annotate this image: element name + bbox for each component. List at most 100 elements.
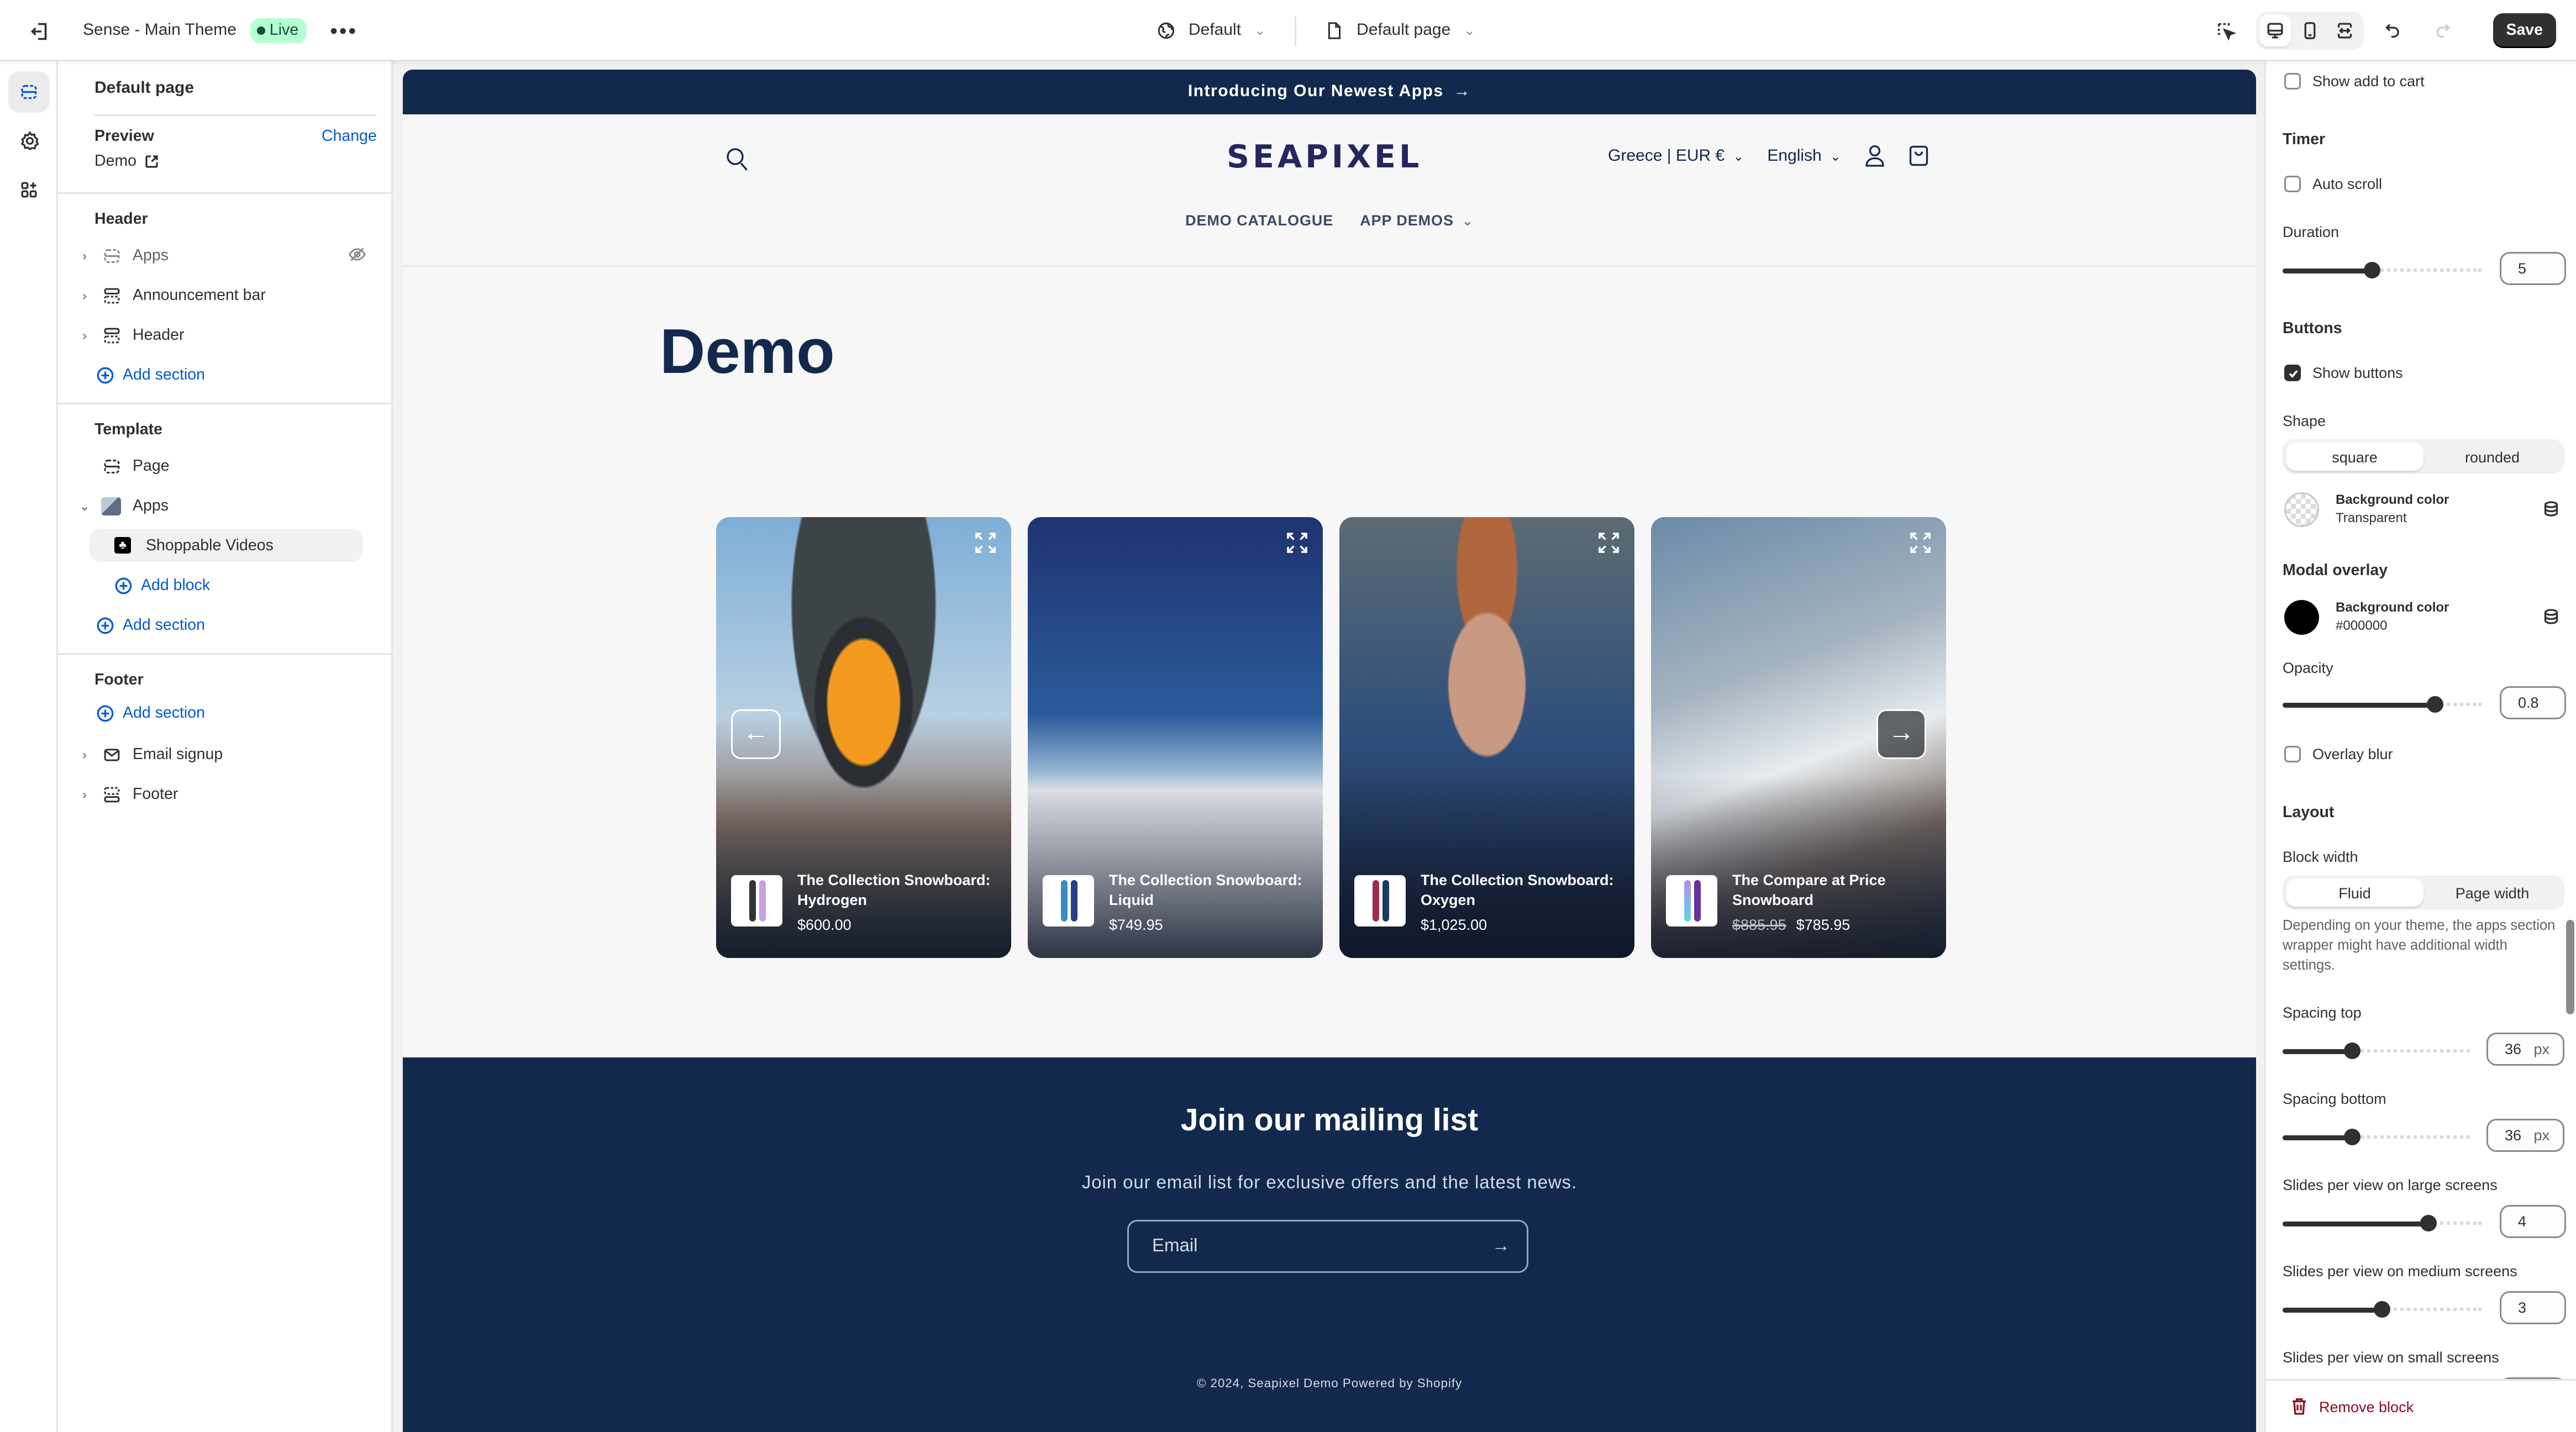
market-label: Default bbox=[1189, 22, 1242, 40]
preview-value[interactable]: Demo bbox=[94, 152, 160, 171]
section-announcement-bar[interactable]: › Announcement bar bbox=[75, 278, 376, 312]
overlay-bg-color-swatch[interactable] bbox=[2284, 600, 2319, 635]
chevron-right-icon[interactable]: › bbox=[75, 328, 94, 343]
dynamic-source-icon[interactable] bbox=[2543, 501, 2559, 517]
dynamic-source-icon[interactable] bbox=[2543, 608, 2559, 625]
exit-button[interactable] bbox=[20, 11, 60, 51]
section-email-signup[interactable]: › Email signup bbox=[75, 738, 376, 771]
show-add-to-cart-checkbox[interactable] bbox=[2284, 73, 2301, 90]
block-width-option-page-width[interactable]: Page width bbox=[2423, 878, 2561, 907]
chevron-right-icon[interactable]: › bbox=[75, 288, 94, 303]
duration-input[interactable]: 5 bbox=[2500, 252, 2566, 285]
preview-change-link[interactable]: Change bbox=[322, 128, 377, 146]
announcement-bar[interactable]: Introducing Our Newest Apps → bbox=[403, 70, 2256, 114]
block-shoppable-videos[interactable]: ♣ Shoppable Videos bbox=[90, 529, 363, 562]
shape-option-square[interactable]: square bbox=[2286, 443, 2423, 471]
expand-icon[interactable] bbox=[975, 532, 996, 554]
add-section-template-button[interactable]: Add section bbox=[96, 608, 205, 641]
remove-block-button[interactable]: Remove block bbox=[2291, 1397, 2414, 1415]
product-tag[interactable]: The Collection Snowboard: Oxygen $1,025.0… bbox=[1354, 870, 1621, 935]
undo-button[interactable] bbox=[2373, 11, 2413, 51]
auto-scroll-checkbox[interactable] bbox=[2284, 176, 2301, 192]
section-header[interactable]: › Header bbox=[75, 318, 376, 351]
chevron-down-icon[interactable]: ⌄ bbox=[75, 498, 94, 513]
slider-handle[interactable] bbox=[2419, 1215, 2436, 1231]
store-nav: DEMO CATALOGUE APP DEMOS ⌄ bbox=[403, 212, 2256, 229]
chevron-right-icon[interactable]: › bbox=[75, 747, 94, 762]
inspector-button[interactable] bbox=[2206, 11, 2246, 51]
email-input[interactable]: Email → bbox=[1127, 1220, 1528, 1273]
overlay-blur-checkbox[interactable] bbox=[2284, 746, 2301, 762]
redo-button[interactable] bbox=[2423, 11, 2463, 51]
chevron-right-icon[interactable]: › bbox=[75, 787, 94, 802]
video-card[interactable]: The Collection Snowboard: Oxygen $1,025.0… bbox=[1339, 517, 1634, 958]
product-tag[interactable]: The Collection Snowboard: Liquid $749.95 bbox=[1043, 870, 1310, 935]
desktop-view-button[interactable] bbox=[2259, 15, 2291, 46]
show-buttons-checkbox[interactable] bbox=[2284, 365, 2301, 381]
opacity-slider[interactable] bbox=[2283, 696, 2482, 713]
status-badge: Live bbox=[249, 18, 307, 43]
section-footer[interactable]: › Footer bbox=[75, 777, 376, 810]
slides-large-input[interactable]: 4 bbox=[2500, 1205, 2566, 1238]
expand-icon[interactable] bbox=[1286, 532, 1308, 554]
spacing-bottom-slider[interactable] bbox=[2283, 1129, 2470, 1145]
slider-handle[interactable] bbox=[2364, 262, 2380, 278]
carousel-prev-button[interactable]: ← bbox=[731, 709, 781, 759]
nav-demo-catalogue[interactable]: DEMO CATALOGUE bbox=[1185, 212, 1333, 229]
external-link-icon bbox=[146, 155, 159, 168]
video-card[interactable]: The Collection Snowboard: Liquid $749.95 bbox=[1028, 517, 1323, 958]
language-selector[interactable]: English ⌄ bbox=[1767, 147, 1841, 165]
shape-segmented-control: square rounded bbox=[2283, 439, 2564, 474]
shape-option-rounded[interactable]: rounded bbox=[2423, 443, 2561, 471]
slides-large-slider[interactable] bbox=[2283, 1215, 2482, 1231]
expand-icon[interactable] bbox=[1598, 532, 1620, 554]
section-label: Email signup bbox=[133, 745, 223, 764]
spacing-bottom-input[interactable]: 36 px bbox=[2486, 1119, 2564, 1152]
store-logo[interactable]: SEAPIXEL bbox=[1227, 139, 1422, 176]
search-icon[interactable] bbox=[726, 148, 748, 171]
country-selector[interactable]: Greece | EUR € ⌄ bbox=[1608, 147, 1744, 165]
arrow-right-icon: → bbox=[1888, 719, 1915, 747]
carousel-next-button[interactable]: → bbox=[1876, 709, 1926, 759]
more-actions-button[interactable]: ••• bbox=[330, 19, 358, 41]
full-width-view-button[interactable] bbox=[2328, 15, 2360, 46]
save-button[interactable]: Save bbox=[2493, 13, 2556, 48]
expand-icon[interactable] bbox=[1910, 532, 1931, 554]
add-section-footer-button[interactable]: Add section bbox=[96, 696, 205, 729]
slider-handle[interactable] bbox=[2343, 1043, 2361, 1059]
opacity-input[interactable]: 0.8 bbox=[2500, 686, 2566, 719]
section-apps-header[interactable]: › Apps bbox=[75, 239, 376, 272]
product-tag[interactable]: The Compare at Price Snowboard $885.95 $78… bbox=[1666, 870, 1933, 935]
account-icon[interactable] bbox=[1864, 144, 1884, 167]
product-tag[interactable]: The Collection Snowboard: Hydrogen $600.0… bbox=[731, 870, 998, 935]
slider-handle[interactable] bbox=[2343, 1129, 2361, 1145]
slides-medium-input[interactable]: 3 bbox=[2500, 1291, 2566, 1324]
section-page[interactable]: Page bbox=[75, 449, 376, 482]
section-apps-template[interactable]: ⌄ Apps bbox=[75, 489, 376, 522]
app-embeds-tab[interactable] bbox=[8, 169, 50, 210]
spacing-top-slider[interactable] bbox=[2283, 1043, 2470, 1059]
theme-settings-tab[interactable] bbox=[8, 119, 50, 161]
market-dropdown[interactable]: Default ⌄ bbox=[1147, 15, 1275, 46]
spacing-top-input[interactable]: 36 px bbox=[2486, 1033, 2564, 1066]
duration-slider[interactable] bbox=[2283, 262, 2482, 278]
button-bg-color-swatch[interactable] bbox=[2284, 492, 2319, 527]
chevron-right-icon[interactable]: › bbox=[75, 248, 94, 263]
eye-hidden-icon[interactable] bbox=[348, 245, 366, 264]
page-dropdown[interactable]: Default page ⌄ bbox=[1317, 15, 1485, 46]
cart-icon[interactable] bbox=[1907, 144, 1929, 167]
panel-scrollbar[interactable] bbox=[2566, 920, 2574, 1014]
slides-medium-slider[interactable] bbox=[2283, 1301, 2482, 1318]
add-section-header-button[interactable]: Add section bbox=[96, 358, 205, 391]
nav-app-demos[interactable]: APP DEMOS ⌄ bbox=[1360, 212, 1474, 229]
color-setting-value: Transparent bbox=[2336, 509, 2407, 525]
panel-footer: Remove block bbox=[2266, 1379, 2576, 1432]
slider-handle[interactable] bbox=[2427, 696, 2444, 713]
block-width-option-fluid[interactable]: Fluid bbox=[2286, 878, 2423, 907]
slider-handle[interactable] bbox=[2374, 1301, 2390, 1318]
add-block-button[interactable]: Add block bbox=[114, 568, 210, 602]
mobile-view-button[interactable] bbox=[2294, 15, 2325, 46]
section-label: Page bbox=[133, 456, 170, 475]
submit-arrow-icon[interactable]: → bbox=[1492, 1236, 1510, 1256]
sections-tab[interactable] bbox=[8, 71, 50, 113]
